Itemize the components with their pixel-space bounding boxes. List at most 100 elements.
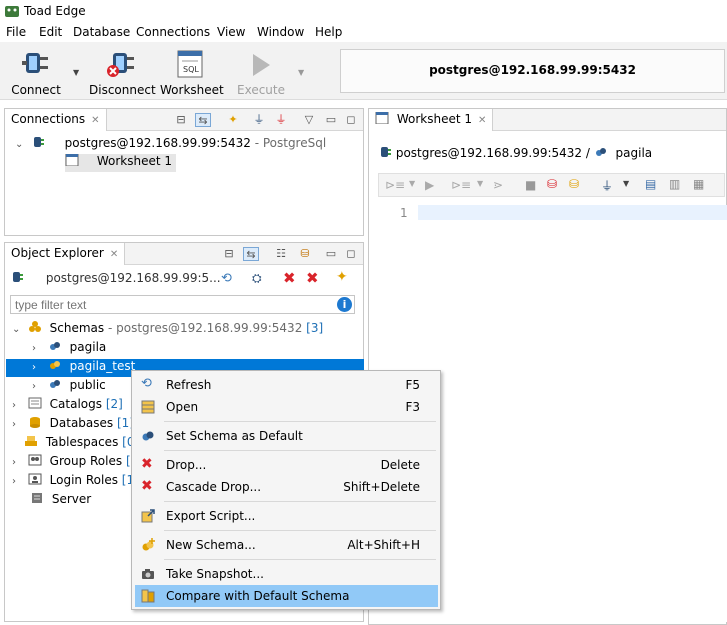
format-icon[interactable]: ▤ — [645, 177, 656, 191]
menu-edit[interactable]: Edit — [39, 25, 62, 39]
menu-item-label: Open — [166, 400, 199, 414]
collapse-all-icon[interactable]: ⊟ — [173, 113, 189, 127]
menu-window[interactable]: Window — [257, 25, 304, 39]
close-icon[interactable]: ✕ — [478, 115, 486, 126]
execute-script-icon[interactable]: ⊳≡ — [451, 178, 471, 192]
menu-connections[interactable]: Connections — [136, 25, 210, 39]
menu-database[interactable]: Database — [73, 25, 130, 39]
menu-open[interactable]: Open F3 — [135, 396, 438, 418]
minimize-icon[interactable]: ▭ — [323, 113, 339, 127]
connection-select-icon[interactable]: ⏚ — [601, 177, 613, 194]
dropdown-icon[interactable]: ▼ — [623, 179, 629, 188]
link-with-editor-icon[interactable]: ⇆ — [243, 247, 259, 261]
chevron-down-icon[interactable]: ⌄ — [12, 324, 24, 335]
rollback-icon[interactable]: ⛁ — [569, 177, 579, 191]
filter-settings-icon[interactable]: ☷ — [273, 247, 289, 261]
chevron-right-icon[interactable]: › — [12, 476, 24, 487]
camera-icon — [142, 569, 154, 579]
view-menu-icon[interactable]: ▽ — [301, 113, 317, 127]
drop-icon[interactable]: ✖ — [283, 269, 296, 287]
refresh-icon[interactable]: ⟲ — [221, 271, 232, 286]
new-object-icon[interactable]: ✦ — [336, 269, 348, 285]
chevron-right-icon[interactable]: › — [32, 381, 44, 392]
node-label: Catalogs — [49, 397, 102, 411]
server-node[interactable]: Server — [30, 492, 91, 510]
menu-new-schema[interactable]: New Schema... Alt+Shift+H — [135, 534, 438, 556]
new-connection-icon[interactable]: ✦ — [225, 113, 241, 127]
execute-statement-icon[interactable]: ⊳≡ — [385, 178, 405, 192]
tab-worksheet-1[interactable]: Worksheet 1 ✕ — [369, 109, 494, 131]
menu-separator — [164, 421, 436, 422]
menu-view[interactable]: View — [217, 25, 245, 39]
dropdown-icon[interactable]: ▼ — [409, 179, 415, 188]
menu-drop[interactable]: ✖ Drop... Delete — [135, 454, 438, 476]
stop-icon[interactable]: ■ — [525, 178, 536, 192]
catalogs-node[interactable]: › Catalogs [2] — [12, 397, 123, 415]
menu-export-script[interactable]: Export Script... — [135, 505, 438, 527]
schema-node-pagila[interactable]: › pagila — [32, 340, 106, 358]
worksheet-schema[interactable]: pagila — [616, 146, 653, 160]
connection-name: postgres@192.168.99.99:5432 — [64, 136, 251, 150]
menu-help[interactable]: Help — [315, 25, 342, 39]
layout-icon[interactable]: ▥ — [669, 177, 680, 191]
databases-node[interactable]: › Databases [1] — [12, 416, 134, 434]
panel-icon[interactable]: ▦ — [693, 177, 704, 191]
worksheet-button[interactable]: SQL Worksheet — [160, 47, 224, 99]
connect-dropdown-icon[interactable]: ▼ — [73, 68, 79, 77]
chevron-right-icon[interactable]: › — [12, 419, 24, 430]
play-icon[interactable]: ▶ — [425, 178, 434, 192]
chevron-right-icon[interactable]: › — [32, 343, 44, 354]
close-icon[interactable]: ✕ — [110, 249, 118, 260]
chevron-right-icon[interactable]: › — [12, 457, 24, 468]
filter-input[interactable] — [10, 295, 355, 314]
tab-connections[interactable]: Connections ✕ — [5, 109, 107, 131]
link-with-editor-icon[interactable]: ⇆ — [195, 113, 211, 127]
menu-refresh[interactable]: ⟲ Refresh F5 — [135, 374, 438, 396]
maximize-icon[interactable]: ◻ — [343, 113, 359, 127]
group-roles-node[interactable]: › Group Roles [5] — [12, 454, 143, 472]
object-explorer-connection[interactable]: postgres@192.168.99.99:5... — [10, 271, 221, 289]
chevron-right-icon[interactable]: › — [12, 400, 24, 411]
editor-current-line[interactable] — [418, 205, 727, 220]
close-icon[interactable]: ✕ — [91, 115, 99, 126]
collapse-all-icon[interactable]: ⊟ — [221, 247, 237, 261]
menu-compare-default-schema[interactable]: Compare with Default Schema — [135, 585, 438, 607]
menu-item-shortcut: F5 — [405, 378, 420, 392]
disconnect-button[interactable]: Disconnect — [89, 47, 156, 99]
connect-small-icon[interactable]: ⏚ — [251, 113, 267, 127]
login-roles-node[interactable]: › Login Roles [1] — [12, 473, 139, 491]
info-icon[interactable]: i — [337, 297, 352, 312]
schema-icon[interactable]: ⛭ — [252, 271, 262, 286]
chevron-down-icon[interactable]: ⌄ — [15, 139, 27, 150]
maximize-icon[interactable]: ◻ — [343, 247, 359, 261]
database-icon[interactable]: ⛁ — [297, 247, 313, 261]
commit-icon[interactable]: ⛁ — [547, 177, 557, 191]
execute-dropdown-icon[interactable]: ▼ — [298, 68, 304, 77]
worksheet-node[interactable]: Worksheet 1 — [65, 154, 176, 172]
menu-cascade-drop[interactable]: ✖ Cascade Drop... Shift+Delete — [135, 476, 438, 498]
open-table-icon — [141, 400, 155, 414]
connection-type: - PostgreSql — [250, 136, 327, 150]
execute-button[interactable]: Execute — [236, 47, 286, 99]
disconnect-small-icon[interactable]: ⏚ — [273, 113, 289, 127]
menu-file[interactable]: File — [6, 25, 26, 39]
cascade-drop-icon[interactable]: ✖ — [306, 269, 319, 287]
menu-set-schema-default[interactable]: Set Schema as Default — [135, 425, 438, 447]
minimize-icon[interactable]: ▭ — [323, 247, 339, 261]
connect-button[interactable]: Connect — [10, 47, 62, 99]
tab-object-explorer[interactable]: Object Explorer ✕ — [5, 243, 126, 265]
chevron-right-icon[interactable]: › — [32, 362, 44, 373]
schema-icon — [595, 148, 606, 156]
node-label: Databases — [49, 416, 114, 430]
menu-take-snapshot[interactable]: Take Snapshot... — [135, 563, 438, 585]
tablespaces-node[interactable]: Tablespaces [0] — [24, 435, 139, 453]
worksheet-connection[interactable]: postgres@192.168.99.99:5432 — [396, 146, 582, 160]
schemas-node[interactable]: ⌄ Schemas - postgres@192.168.99.99:5432 … — [12, 321, 323, 339]
sql-editor[interactable] — [418, 220, 727, 622]
dropdown-icon[interactable]: ▼ — [477, 179, 483, 188]
schema-node-public[interactable]: › public — [32, 378, 106, 396]
explain-plan-icon[interactable]: ⋗ — [493, 178, 503, 192]
connection-node[interactable]: ⌄ postgres@192.168.99.99:5432 - PostgreS… — [15, 136, 326, 154]
title-bar: Toad Edge — [0, 0, 727, 22]
object-explorer-tab-label: Object Explorer — [11, 246, 104, 260]
